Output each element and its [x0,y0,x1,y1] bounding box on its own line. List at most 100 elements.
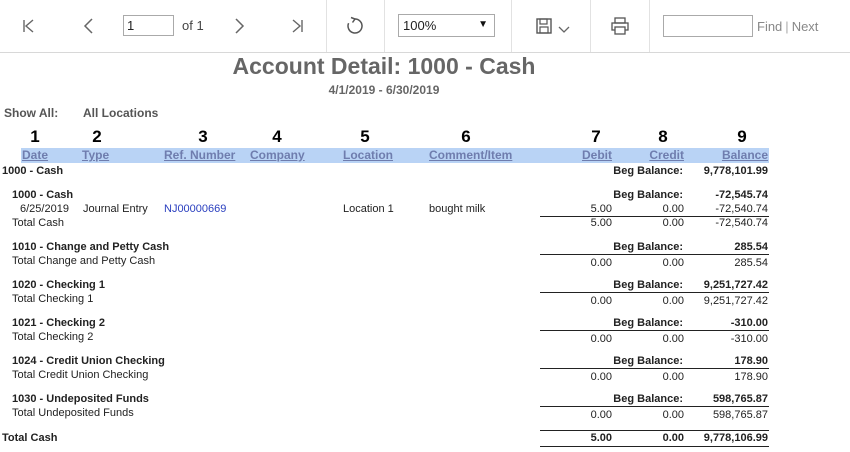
toolbar-divider [511,0,512,52]
total-rule [540,254,769,255]
column-header-type[interactable]: Type [82,148,109,162]
save-icon [535,18,552,34]
group-total-label: Total Change and Petty Cash [12,255,156,267]
chevron-right-icon [235,18,245,34]
first-page-button[interactable] [14,0,44,52]
group-total-label: Total Credit Union Checking [12,369,149,381]
group-total-label: Total Cash [12,217,64,229]
group-name: 1020 - Checking 1 [12,279,105,291]
account-name: 1000 - Cash [2,165,64,177]
printer-icon [611,17,629,35]
beg-balance-label: Beg Balance: [613,393,683,405]
txn-type: Journal Entry [83,203,148,215]
txn-date: 6/25/2019 [20,203,69,215]
export-button[interactable] [528,0,576,52]
column-header-debit[interactable]: Debit [552,148,612,162]
grand-total-credit: 0.00 [662,432,684,444]
beg-balance-label: Beg Balance: [613,165,683,177]
beg-balance-label: Beg Balance: [613,317,683,329]
group-total-debit: 0.00 [590,257,612,269]
total-rule [540,368,769,369]
toolbar-divider [326,0,327,52]
group-name: 1024 - Credit Union Checking [12,355,165,367]
total-rule [540,292,769,293]
previous-page-button[interactable] [74,0,104,52]
group-total-debit: 0.00 [590,409,612,421]
group-name: 1010 - Change and Petty Cash [12,241,170,253]
group-total-balance: -72,540.74 [715,217,768,229]
caret-down-icon: ▼ [478,19,488,30]
first-page-icon [23,19,34,33]
show-all-value: All Locations [83,106,159,120]
group-total-credit: 0.00 [662,409,684,421]
group-total-balance: 9,251,727.42 [703,295,768,307]
group-total-credit: 0.00 [662,295,684,307]
group-total-credit: 0.00 [662,333,684,345]
group-total-balance: 598,765.87 [712,409,768,421]
total-rule [540,406,769,407]
report-date-range: 4/1/2019 - 6/30/2019 [328,83,440,97]
group-total-credit: 0.00 [662,257,684,269]
toolbar-divider [590,0,591,52]
chevron-left-icon [83,18,93,34]
txn-balance: -72,540.74 [715,203,768,215]
txn-location: Location 1 [343,203,394,215]
group-name: 1021 - Checking 2 [12,317,105,329]
refresh-button[interactable] [340,0,370,52]
beg-balance-value: -310.00 [730,317,768,329]
column-header-comment-item[interactable]: Comment/Item [429,148,512,162]
column-number: 3 [198,127,208,146]
column-header-location[interactable]: Location [343,148,393,162]
group-total-credit: 0.00 [662,371,684,383]
column-header-ref-number[interactable]: Ref. Number [164,148,235,162]
column-number: 8 [658,127,668,146]
group-total-credit: 0.00 [662,217,684,229]
group-name: 1000 - Cash [12,189,74,201]
next-page-button[interactable] [224,0,254,52]
grand-total-label: Total Cash [2,432,58,444]
find-input[interactable] [663,15,753,37]
group-total-label: Total Checking 1 [12,293,94,305]
column-number: 2 [92,127,102,146]
refresh-icon [347,16,363,34]
column-header-company[interactable]: Company [250,148,305,162]
beg-balance-value: 598,765.87 [712,393,768,405]
beg-balance-value: 9,778,101.99 [703,165,768,177]
find-link[interactable]: Find [757,19,782,34]
find-divider: | [785,19,789,34]
txn-credit: 0.00 [662,203,684,215]
txn-debit: 5.00 [590,203,612,215]
grand-total-debit: 5.00 [590,432,612,444]
beg-balance-label: Beg Balance: [613,241,683,253]
txn-ref-number-link[interactable]: NJ00000669 [164,203,226,215]
column-header-balance[interactable]: Balance [690,148,768,162]
group-total-balance: 285.54 [734,257,768,269]
beg-balance-label: Beg Balance: [613,355,683,367]
beg-balance-label: Beg Balance: [613,189,683,201]
show-all-label: Show All: [4,106,59,120]
zoom-select[interactable]: 100% ▼ [398,14,495,37]
print-button[interactable] [605,0,635,52]
page-count-label: of 1 [182,18,204,33]
report-title-block: Account Detail: 1000 - Cash [0,53,768,83]
column-header-credit[interactable]: Credit [624,148,684,162]
beg-balance-label: Beg Balance: [613,279,683,291]
group-total-debit: 0.00 [590,371,612,383]
group-total-label: Total Undeposited Funds [12,407,134,419]
total-rule [540,330,769,331]
page-number-input[interactable] [123,15,174,36]
column-number: 5 [360,127,370,146]
column-number: 7 [591,127,601,146]
grand-total-rule [540,430,769,431]
toolbar-divider [649,0,650,52]
last-page-button[interactable] [282,0,312,52]
grand-total-double-rule [540,446,769,447]
next-link[interactable]: Next [792,19,819,34]
group-total-debit: 0.00 [590,333,612,345]
beg-balance-value: 9,251,727.42 [703,279,768,291]
column-header-date[interactable]: Date [22,148,48,162]
chevron-down-icon [558,26,569,33]
column-number: 1 [30,127,40,146]
group-name: 1030 - Undeposited Funds [12,393,149,405]
group-total-debit: 5.00 [590,217,612,229]
